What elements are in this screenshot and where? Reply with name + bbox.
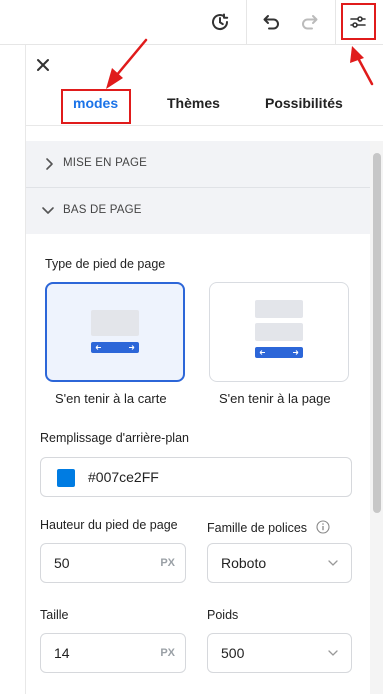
stick-to-page-icon <box>255 300 303 358</box>
stick-to-card-icon <box>91 310 139 353</box>
redo-icon[interactable] <box>293 6 325 38</box>
section-footer[interactable]: BAS DE PAGE <box>26 188 370 234</box>
panel-content: MISE EN PAGE BAS DE PAGE Type de pied de… <box>26 141 370 694</box>
footer-height-label: Hauteur du pied de page <box>40 518 178 532</box>
weight-label: Poids <box>207 608 239 622</box>
font-family-label: Famille de polices <box>207 518 330 535</box>
background-fill-label: Remplissage d'arrière-plan <box>40 431 189 445</box>
annotation-box-modes <box>61 89 131 124</box>
history-clock-icon[interactable] <box>204 6 236 38</box>
scrollbar-thumb[interactable] <box>373 153 381 513</box>
weight-value: 500 <box>221 645 245 661</box>
tab-themes[interactable]: Thèmes <box>167 95 220 111</box>
annotation-box-settings <box>341 3 376 40</box>
option-stick-to-page[interactable] <box>209 282 349 382</box>
top-toolbar <box>0 0 383 45</box>
font-family-value: Roboto <box>221 555 267 571</box>
unit-label: PX <box>160 647 175 659</box>
info-icon[interactable] <box>315 520 330 534</box>
size-input[interactable]: 14 PX <box>40 633 186 673</box>
section-label: MISE EN PAGE <box>63 157 147 169</box>
height-value: 50 <box>54 555 70 571</box>
color-value: #007ce2FF <box>88 469 159 485</box>
chevron-down-icon <box>328 650 338 656</box>
unit-label: PX <box>160 557 175 569</box>
font-family-select[interactable]: Roboto <box>207 543 352 583</box>
size-label: Taille <box>40 608 69 622</box>
footer-height-input[interactable]: 50 PX <box>40 543 186 583</box>
chevron-down-icon <box>42 207 54 214</box>
chevron-right-icon <box>46 158 53 170</box>
option-stick-to-card[interactable] <box>45 282 185 382</box>
color-swatch[interactable] <box>57 469 75 487</box>
undo-icon[interactable] <box>256 6 288 38</box>
size-value: 14 <box>54 645 70 661</box>
background-color-input[interactable]: #007ce2FF <box>40 457 352 497</box>
settings-panel: modes Thèmes Possibilités MISE EN PAGE B… <box>25 45 383 694</box>
chevron-down-icon <box>328 560 338 566</box>
weight-select[interactable]: 500 <box>207 633 352 673</box>
option-caption: S'en tenir à la carte <box>55 391 167 406</box>
option-caption: S'en tenir à la page <box>219 391 331 406</box>
section-layout[interactable]: MISE EN PAGE <box>26 141 370 187</box>
tab-possibilities[interactable]: Possibilités <box>265 95 343 111</box>
section-label: BAS DE PAGE <box>63 204 142 216</box>
close-icon[interactable] <box>34 56 52 74</box>
footer-type-label: Type de pied de page <box>45 257 166 271</box>
